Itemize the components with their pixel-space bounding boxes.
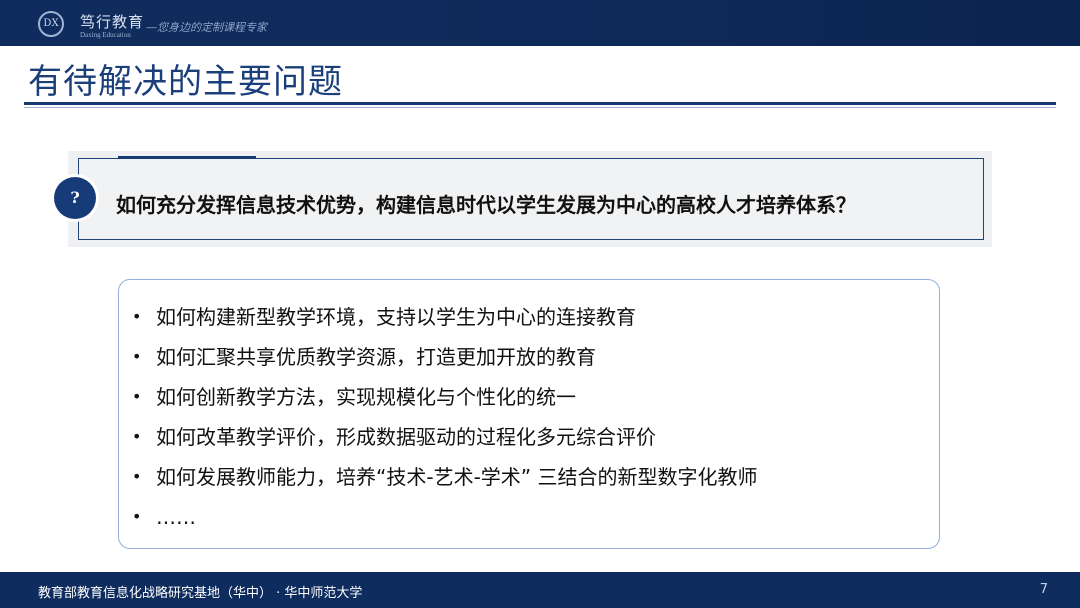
list-item-text: 如何汇聚共享优质教学资源，打造更加开放的教育 — [156, 345, 596, 369]
page-number: 7 — [1039, 582, 1048, 597]
list-item-text: 如何改革教学评价，形成数据驱动的过程化多元综合评价 — [156, 425, 656, 449]
title-divider-thin — [24, 107, 1056, 108]
bullet-icon: • — [132, 427, 142, 446]
list-item: • …… — [132, 500, 758, 540]
bullet-icon: • — [132, 387, 142, 406]
title-divider — [24, 102, 1056, 105]
question-text: 如何充分发挥信息技术优势，构建信息时代以学生发展为中心的高校人才培养体系？ — [116, 193, 856, 217]
issues-list: • 如何构建新型教学环境，支持以学生为中心的连接教育 • 如何汇聚共享优质教学资… — [132, 300, 758, 540]
bullet-icon: • — [132, 507, 142, 526]
brand-slogan: —您身边的定制课程专家 — [146, 21, 267, 34]
list-item: • 如何汇聚共享优质教学资源，打造更加开放的教育 — [132, 340, 758, 380]
brand-name: 笃行教育 — [80, 13, 145, 31]
bullet-icon: • — [132, 347, 142, 366]
brand-english-name: Daxing Education — [80, 31, 131, 39]
list-item: • 如何构建新型教学环境，支持以学生为中心的连接教育 — [132, 300, 758, 340]
list-item: • 如何创新教学方法，实现规模化与个性化的统一 — [132, 380, 758, 420]
page-title: 有待解决的主要问题 — [28, 62, 343, 102]
bullet-icon: • — [132, 467, 142, 486]
list-item-text: 如何创新教学方法，实现规模化与个性化的统一 — [156, 385, 576, 409]
list-item: • 如何改革教学评价，形成数据驱动的过程化多元综合评价 — [132, 420, 758, 460]
footer-text: 教育部教育信息化战略研究基地（华中） · 华中师范大学 — [38, 586, 363, 601]
list-item-text: 如何构建新型教学环境，支持以学生为中心的连接教育 — [156, 305, 636, 329]
bullet-icon: • — [132, 307, 142, 326]
list-item-text: …… — [156, 505, 196, 529]
list-item: • 如何发展教师能力，培养“技术-艺术-学术” 三结合的新型数字化教师 — [132, 460, 758, 500]
brand-logo-icon: DX — [38, 11, 64, 37]
question-mark-icon: ? — [54, 177, 96, 219]
question-panel-accent — [118, 156, 256, 159]
list-item-text: 如何发展教师能力，培养“技术-艺术-学术” 三结合的新型数字化教师 — [156, 465, 758, 489]
